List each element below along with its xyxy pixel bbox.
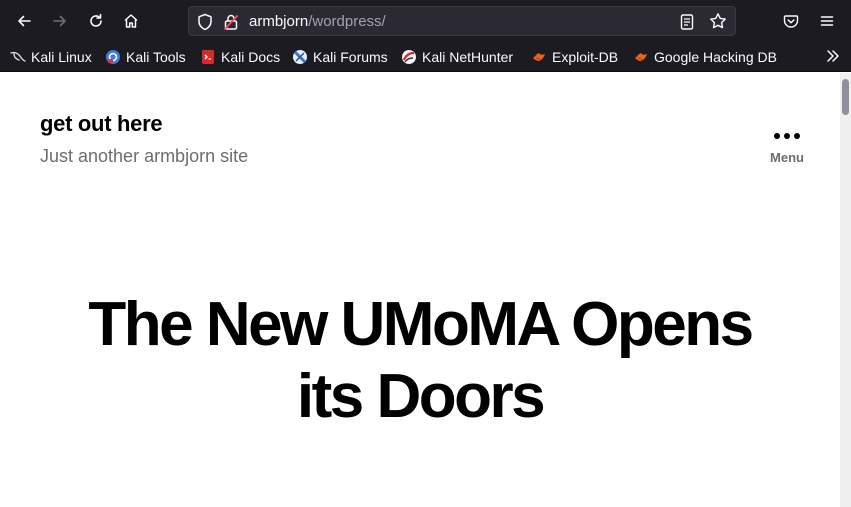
browser-toolbar: armbjorn/wordpress/ (0, 0, 851, 42)
page-scrollbar[interactable] (840, 73, 851, 507)
post-title-line-1: The New UMoMA Opens (88, 290, 754, 359)
kali-docs-icon (202, 50, 214, 64)
more-dots-icon (762, 133, 812, 139)
pocket-icon (783, 15, 799, 28)
url-text[interactable]: armbjorn/wordpress/ (249, 13, 386, 31)
post-title[interactable]: The New UMoMA Opens its Doors (0, 289, 840, 433)
url-host: armbjorn (249, 13, 309, 30)
bookmark-label: Kali Linux (31, 49, 92, 65)
kali-forums-icon (293, 50, 307, 64)
bookmark-label: Kali Tools (126, 49, 186, 65)
site-description: Just another armbjorn site (40, 146, 249, 166)
kali-nethunter-icon (402, 50, 416, 64)
menu-label: Menu (770, 150, 804, 165)
reload-button[interactable] (83, 8, 109, 34)
menu-toggle-button[interactable]: Menu (762, 129, 812, 175)
home-button[interactable] (118, 8, 144, 34)
web-page: get out here Just another armbjorn site … (0, 73, 840, 507)
insecure-lock-icon[interactable] (223, 13, 239, 31)
bookmarks-toolbar: Kali Linux Kali Tools Kali Docs Kali For… (0, 42, 851, 72)
kali-dragon-icon (10, 51, 26, 62)
url-path: /wordpress/ (308, 13, 386, 30)
bookmark-kali-linux[interactable]: Kali Linux (10, 46, 92, 68)
bookmark-label: Google Hacking DB (654, 49, 777, 65)
browser-window: armbjorn/wordpress/ Kali Linux Kali Tool… (0, 0, 851, 507)
address-bar[interactable]: armbjorn/wordpress/ (188, 6, 736, 36)
ghdb-icon (635, 53, 647, 61)
bookmark-google-hacking-db[interactable]: Google Hacking DB (633, 46, 777, 68)
bookmark-label: Exploit-DB (552, 49, 619, 65)
exploit-db-icon (533, 53, 545, 61)
reload-icon (90, 13, 102, 27)
pocket-button[interactable] (778, 8, 804, 34)
post-title-line-2: its Doors (296, 362, 546, 431)
back-button[interactable] (11, 8, 37, 34)
bookmark-label: Kali Docs (221, 49, 281, 65)
bookmark-label: Kali NetHunter (422, 49, 514, 65)
bookmark-kali-tools[interactable]: Kali Tools (105, 46, 186, 68)
home-icon (124, 14, 138, 28)
shield-icon[interactable] (197, 13, 213, 31)
forward-button[interactable] (47, 8, 73, 34)
reader-view-icon[interactable] (679, 13, 695, 31)
kali-tools-icon (106, 50, 120, 64)
forward-arrow-icon (53, 15, 66, 27)
bookmark-kali-docs[interactable]: Kali Docs (200, 46, 280, 68)
app-menu-button[interactable] (814, 8, 840, 34)
bookmark-exploit-db[interactable]: Exploit-DB (531, 46, 618, 68)
scrollbar-thumb[interactable] (842, 79, 849, 115)
back-arrow-icon (18, 15, 31, 27)
bookmark-label: Kali Forums (313, 49, 388, 65)
bookmark-kali-forums[interactable]: Kali Forums (292, 46, 388, 68)
bookmark-kali-nethunter[interactable]: Kali NetHunter (401, 46, 513, 68)
chevron-double-right-icon[interactable] (825, 48, 841, 64)
hamburger-menu-icon (820, 16, 834, 26)
bookmark-star-icon[interactable] (709, 12, 727, 30)
site-title[interactable]: get out here (40, 111, 163, 137)
